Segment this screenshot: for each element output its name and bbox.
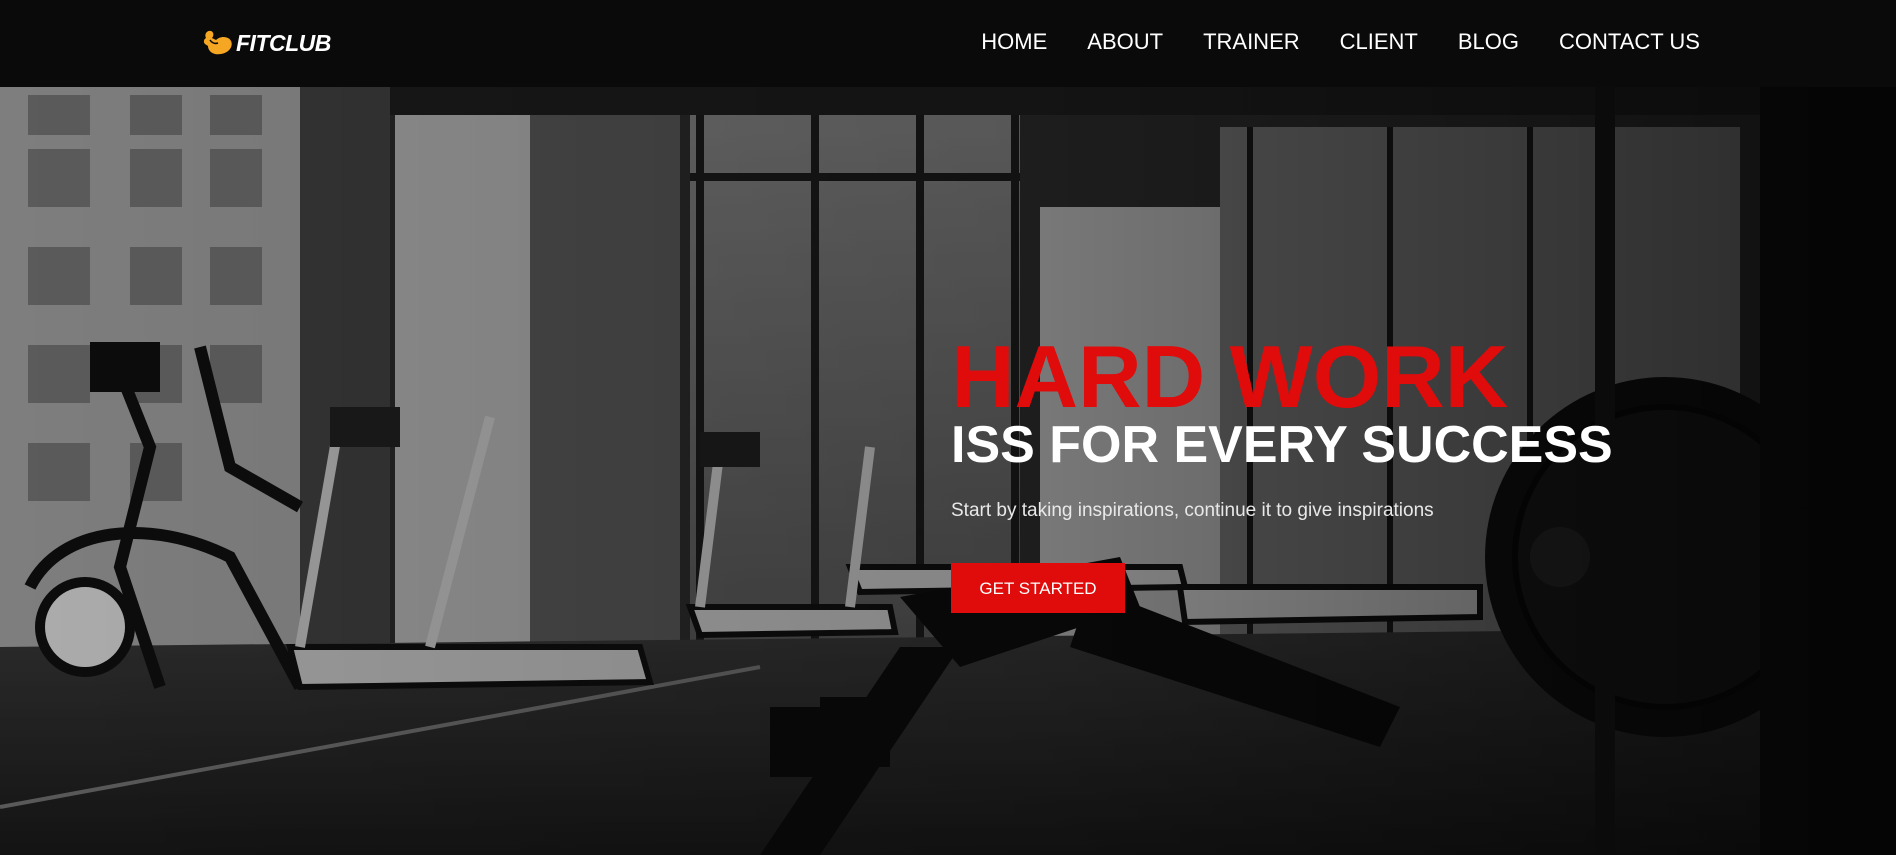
nav-home[interactable]: HOME [981, 29, 1047, 55]
nav-about[interactable]: ABOUT [1087, 29, 1163, 55]
nav-contact-us[interactable]: CONTACT US [1559, 29, 1700, 55]
main-nav: HOME ABOUT TRAINER CLIENT BLOG CONTACT U… [941, 29, 1700, 55]
brand-logo[interactable]: FITCLUB [202, 27, 331, 59]
hero-subheadline: ISS FOR EVERY SUCCESS [951, 416, 1613, 474]
nav-client[interactable]: CLIENT [1340, 29, 1418, 55]
get-started-button[interactable]: GET STARTED [951, 563, 1125, 613]
hero-section: HARD WORK ISS FOR EVERY SUCCESS Start by… [0, 87, 1896, 855]
flexing-arm-icon [203, 30, 232, 55]
nav-blog[interactable]: BLOG [1458, 29, 1519, 55]
nav-trainer[interactable]: TRAINER [1203, 29, 1300, 55]
navbar: FITCLUB HOME ABOUT TRAINER CLIENT BLOG C… [0, 0, 1896, 87]
hero-tagline: Start by taking inspirations, continue i… [951, 500, 1434, 521]
hero-content: HARD WORK ISS FOR EVERY SUCCESS Start by… [951, 332, 1651, 613]
brand-name: FITCLUB [236, 29, 331, 56]
hero-headline: HARD WORK [951, 327, 1509, 426]
